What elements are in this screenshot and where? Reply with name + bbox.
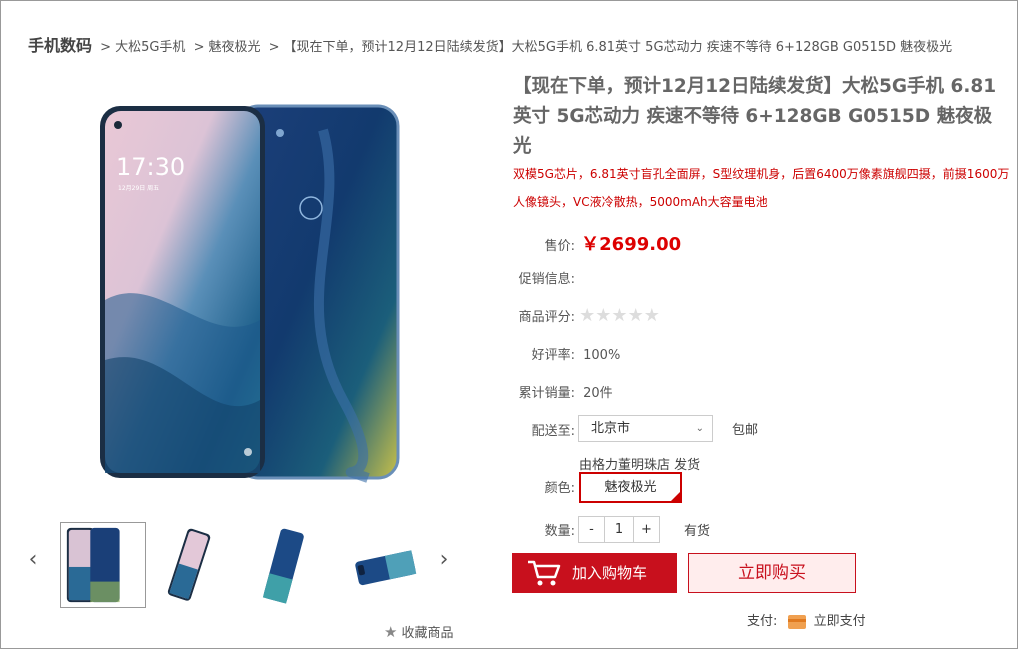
color-row: 颜色: — [513, 477, 575, 496]
thumbnail-1[interactable] — [60, 522, 146, 608]
thumbnail-next-arrow[interactable]: › — [436, 546, 452, 574]
favorite-label: 收藏商品 — [401, 626, 454, 641]
breadcrumb-separator: > — [268, 40, 280, 55]
payment-row: 支付: 立即支付 — [747, 610, 866, 630]
thumbnail-4[interactable] — [352, 522, 438, 608]
rating-label: 商品评分: — [518, 310, 575, 325]
breadcrumb: 手机数码 > 大松5G手机 > 魅夜极光 > 【现在下单，预计12月12日陆续发货】大… — [28, 32, 952, 56]
stock-status: 有货 — [684, 524, 711, 539]
price-row: 售价: ￥2699.00 — [513, 230, 682, 256]
cart-icon — [528, 560, 561, 586]
good-rate-value: 100% — [583, 348, 621, 363]
shipper-text: 由格力董明珠店 发货 — [579, 458, 701, 473]
quantity-row: 数量: — [513, 520, 575, 539]
thumbnail-3[interactable] — [242, 522, 328, 608]
sales-value: 20件 — [583, 386, 613, 401]
product-title: 【现在下单，预计12月12日陆续发货】大松5G手机 6.81英寸 5G芯动力 疾… — [513, 76, 997, 157]
promo-label: 促销信息: — [518, 272, 575, 287]
color-label: 颜色: — [544, 481, 575, 496]
quantity-increase-button[interactable]: + — [633, 516, 660, 543]
buy-now-button[interactable]: 立即购买 — [688, 553, 856, 593]
breadcrumb-level-2[interactable]: 魅夜极光 — [208, 40, 260, 55]
product-main-image: 17:30 12月29日 周五 — [100, 104, 400, 483]
add-to-cart-button[interactable]: 加入购物车 — [512, 553, 677, 593]
promo-row: 促销信息: — [513, 268, 575, 287]
star-icon: ★ — [579, 305, 596, 326]
free-shipping-text: 包邮 — [732, 423, 759, 438]
star-icon: ★ — [611, 305, 628, 326]
quantity-input[interactable]: 1 — [604, 516, 634, 543]
pay-now-link[interactable]: 立即支付 — [814, 614, 866, 629]
breadcrumb-separator: > — [193, 40, 205, 55]
ship-to-label: 配送至: — [531, 424, 575, 439]
color-option-selected[interactable]: 魅夜极光 — [579, 472, 682, 503]
phone-screen-time: 17:30 — [116, 153, 185, 181]
color-option-label: 魅夜极光 — [604, 480, 657, 495]
price-label: 售价: — [544, 239, 575, 254]
price-value: ￥2699.00 — [581, 234, 682, 255]
payment-label: 支付: — [747, 614, 778, 629]
favorite-button[interactable]: ★ 收藏商品 — [384, 622, 453, 641]
breadcrumb-level-1[interactable]: 大松5G手机 — [115, 40, 185, 55]
city-select[interactable]: 北京市 ⌄ — [578, 415, 713, 442]
sales-row: 累计销量: 20件 — [513, 382, 613, 401]
thumbnail-2[interactable] — [147, 522, 233, 608]
rating-row: 商品评分: ★★★★★ — [513, 305, 660, 326]
product-description: 双模5G芯片，6.81英寸盲孔全面屏，S型纹理机身，后置6400万像素旗舰四摄，… — [513, 167, 1010, 209]
good-rate-row: 好评率: 100% — [513, 344, 621, 363]
star-icon: ★ — [384, 623, 398, 641]
ship-to-row: 配送至: — [513, 420, 575, 439]
star-icon: ★ — [643, 305, 660, 326]
add-to-cart-label: 加入购物车 — [572, 564, 648, 582]
city-select-value: 北京市 — [591, 421, 631, 436]
breadcrumb-current: 【现在下单，预计12月12日陆续发货】大松5G手机 6.81英寸 5G芯动力 疾… — [283, 40, 953, 55]
star-icon: ★ — [627, 305, 644, 326]
breadcrumb-root[interactable]: 手机数码 — [28, 36, 92, 55]
quantity-decrease-button[interactable]: - — [578, 516, 605, 543]
rating-stars: ★★★★★ — [579, 305, 660, 326]
phone-screen-date: 12月29日 周五 — [118, 185, 159, 192]
star-icon: ★ — [595, 305, 612, 326]
sales-label: 累计销量: — [518, 386, 575, 401]
quantity-label: 数量: — [544, 524, 575, 539]
chevron-down-icon: ⌄ — [695, 423, 704, 434]
good-rate-label: 好评率: — [531, 348, 575, 363]
thumbnail-prev-arrow[interactable]: ‹ — [25, 546, 41, 574]
selected-corner-icon — [671, 492, 680, 501]
breadcrumb-separator: > — [100, 40, 112, 55]
wallet-icon — [787, 614, 806, 629]
